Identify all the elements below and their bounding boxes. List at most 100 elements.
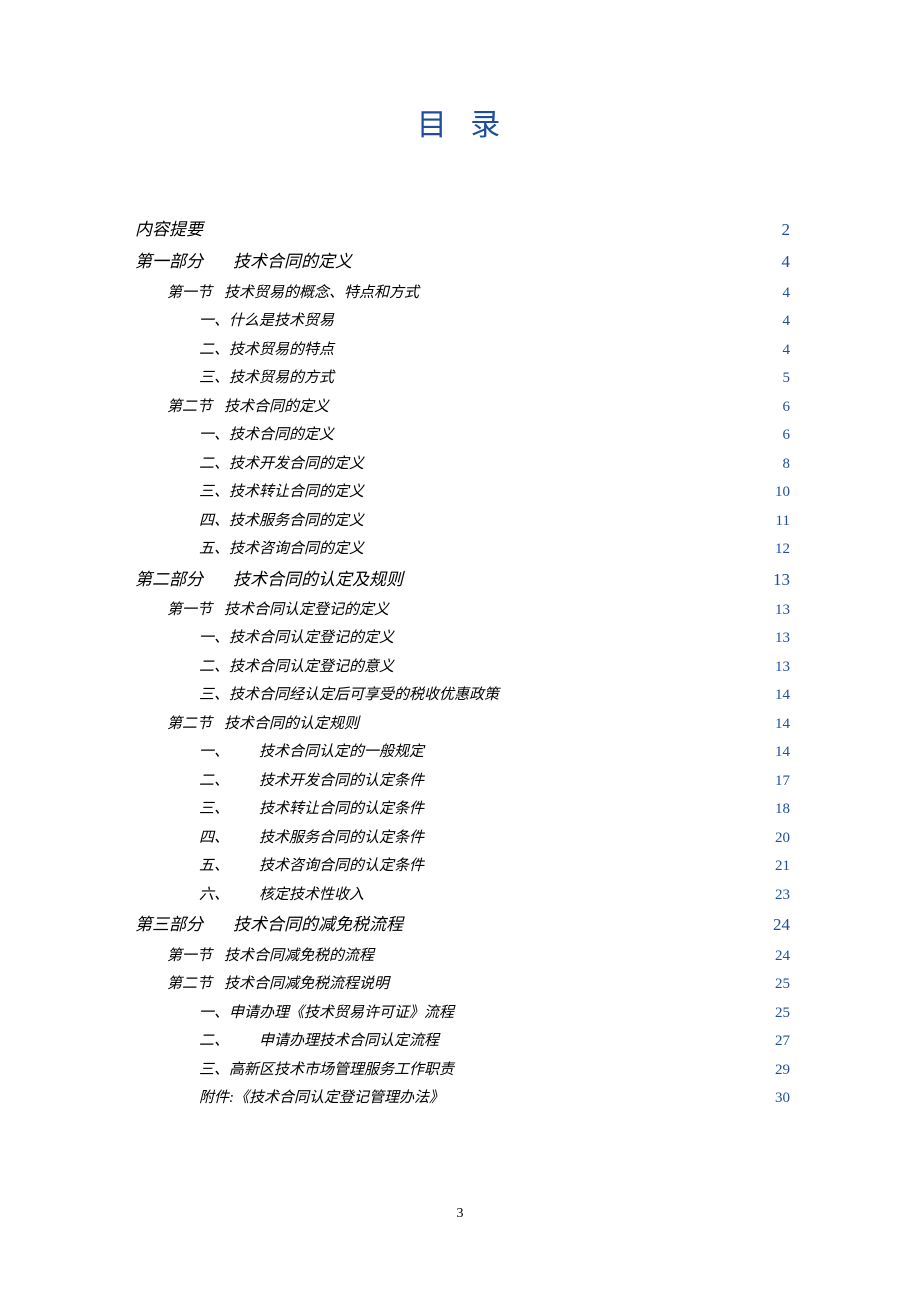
toc-entry[interactable]: 第二节技术合同的定义6 <box>135 393 790 422</box>
toc-entry-page: 14 <box>770 710 790 739</box>
toc-entry[interactable]: 第二节技术合同的认定规则14 <box>135 710 790 739</box>
toc-entry[interactable]: 一、技术合同的定义6 <box>135 421 790 450</box>
toc-entry[interactable]: 二、技术开发合同的认定条件 17 <box>135 767 790 796</box>
toc-entry-page: 6 <box>770 393 790 422</box>
toc-entry-page: 4 <box>770 279 790 308</box>
toc-entry[interactable]: 一、什么是技术贸易 4 <box>135 307 790 336</box>
toc-entry[interactable]: 六、核定技术性收入23 <box>135 881 790 910</box>
toc-entry-prefix: 第一节 <box>167 942 212 971</box>
toc-entry-label: 技术合同减免税的流程 <box>224 942 374 971</box>
toc-entry-prefix: 二、 <box>199 1027 235 1056</box>
toc-entry[interactable]: 三、高新区技术市场管理服务工作职责 29 <box>135 1056 790 1085</box>
toc-entry-prefix: 四、 <box>199 824 235 853</box>
toc-entry-page: 29 <box>770 1056 790 1085</box>
toc-entry-label: 技术合同减免税流程说明 <box>224 970 389 999</box>
toc-entry-page: 30 <box>770 1084 790 1113</box>
toc-entry-prefix: 第一节 <box>167 596 212 625</box>
toc-entry-label: 技术转让合同的认定条件 <box>259 795 424 824</box>
toc-entry[interactable]: 第二节技术合同减免税流程说明 25 <box>135 970 790 999</box>
toc-entry[interactable]: 四、技术服务合同的认定条件20 <box>135 824 790 853</box>
table-of-contents: 内容提要2第一部分技术合同的定义4第一节技术贸易的概念、特点和方式4一、什么是技… <box>135 214 790 1113</box>
toc-entry[interactable]: 第二部分技术合同的认定及规则 13 <box>135 564 790 596</box>
toc-entry-page: 4 <box>770 307 790 336</box>
toc-entry-page: 21 <box>770 852 790 881</box>
toc-entry-label: 核定技术性收入 <box>259 881 364 910</box>
toc-entry-label: 二、技术开发合同的定义 <box>199 450 364 479</box>
toc-entry-prefix: 第三部分 <box>135 909 203 941</box>
toc-entry-label: 技术合同的认定及规则 <box>233 564 403 596</box>
toc-entry[interactable]: 一、技术合同认定登记的定义13 <box>135 624 790 653</box>
toc-entry-prefix: 第一部分 <box>135 246 203 278</box>
toc-entry-label: 技术合同认定登记的定义 <box>224 596 389 625</box>
toc-entry[interactable]: 三、技术合同经认定后可享受的税收优惠政策14 <box>135 681 790 710</box>
toc-entry-page: 27 <box>770 1027 790 1056</box>
toc-entry-label: 内容提要 <box>135 214 203 246</box>
toc-entry-prefix: 第二部分 <box>135 564 203 596</box>
toc-entry[interactable]: 三、技术转让合同的认定条件18 <box>135 795 790 824</box>
toc-entry[interactable]: 二、技术开发合同的定义 8 <box>135 450 790 479</box>
toc-entry[interactable]: 二、技术贸易的特点4 <box>135 336 790 365</box>
toc-entry-page: 25 <box>770 970 790 999</box>
toc-entry-page: 14 <box>770 738 790 767</box>
toc-entry[interactable]: 第一节技术合同认定登记的定义 13 <box>135 596 790 625</box>
toc-entry-page: 25 <box>770 999 790 1028</box>
toc-entry[interactable]: 第一节技术合同减免税的流程 24 <box>135 942 790 971</box>
toc-entry-prefix: 二、 <box>199 767 235 796</box>
toc-entry-label: 技术合同的定义 <box>224 393 329 422</box>
toc-entry-label: 一、什么是技术贸易 <box>199 307 334 336</box>
toc-entry-page: 18 <box>770 795 790 824</box>
toc-entry-page: 24 <box>764 909 790 941</box>
toc-entry[interactable]: 五、技术咨询合同的认定条件 21 <box>135 852 790 881</box>
toc-entry-page: 10 <box>770 478 790 507</box>
toc-entry[interactable]: 第一部分技术合同的定义 4 <box>135 246 790 278</box>
toc-entry[interactable]: 五、技术咨询合同的定义 12 <box>135 535 790 564</box>
toc-entry-label: 五、技术咨询合同的定义 <box>199 535 364 564</box>
toc-entry-label: 技术贸易的概念、特点和方式 <box>224 279 419 308</box>
page-title: 目 录 <box>135 100 790 144</box>
toc-entry-page: 13 <box>770 596 790 625</box>
toc-entry-label: 四、技术服务合同的定义 <box>199 507 364 536</box>
toc-entry-page: 11 <box>770 507 790 536</box>
toc-entry-label: 二、技术贸易的特点 <box>199 336 334 365</box>
toc-entry[interactable]: 一、技术合同认定的一般规定 14 <box>135 738 790 767</box>
toc-entry[interactable]: 内容提要 2 <box>135 214 790 246</box>
toc-entry-label: 二、技术合同认定登记的意义 <box>199 653 394 682</box>
toc-entry-label: 技术服务合同的认定条件 <box>259 824 424 853</box>
toc-entry[interactable]: 四、技术服务合同的定义 11 <box>135 507 790 536</box>
toc-entry-label: 技术咨询合同的认定条件 <box>259 852 424 881</box>
toc-entry-label: 三、技术贸易的方式 <box>199 364 334 393</box>
toc-entry-label: 技术开发合同的认定条件 <box>259 767 424 796</box>
toc-entry-label: 一、技术合同认定登记的定义 <box>199 624 394 653</box>
toc-entry-page: 12 <box>770 535 790 564</box>
toc-entry-label: 技术合同认定的一般规定 <box>259 738 424 767</box>
toc-entry[interactable]: 二、技术合同认定登记的意义 13 <box>135 653 790 682</box>
page-number: 3 <box>0 1206 920 1222</box>
toc-entry-page: 13 <box>770 653 790 682</box>
toc-entry-page: 24 <box>770 942 790 971</box>
toc-entry-label: 一、申请办理《技术贸易许可证》流程 <box>199 999 454 1028</box>
toc-entry-page: 5 <box>770 364 790 393</box>
toc-entry-page: 17 <box>770 767 790 796</box>
toc-entry[interactable]: 第一节技术贸易的概念、特点和方式 4 <box>135 279 790 308</box>
toc-entry-label: 三、技术合同经认定后可享受的税收优惠政策 <box>199 681 499 710</box>
toc-entry-prefix: 第一节 <box>167 279 212 308</box>
toc-entry-label: 技术合同的减免税流程 <box>233 909 403 941</box>
toc-entry[interactable]: 附件:《技术合同认定登记管理办法》30 <box>135 1084 790 1113</box>
toc-entry-label: 技术合同的定义 <box>233 246 352 278</box>
toc-entry-label: 一、技术合同的定义 <box>199 421 334 450</box>
toc-entry-page: 8 <box>770 450 790 479</box>
toc-entry-page: 23 <box>770 881 790 910</box>
toc-entry-prefix: 一、 <box>199 738 235 767</box>
toc-entry-page: 4 <box>764 246 790 278</box>
toc-entry-page: 13 <box>764 564 790 596</box>
toc-entry[interactable]: 三、技术转让合同的定义10 <box>135 478 790 507</box>
toc-entry-prefix: 五、 <box>199 852 235 881</box>
toc-entry-page: 2 <box>764 214 790 246</box>
toc-entry-label: 申请办理技术合同认定流程 <box>259 1027 439 1056</box>
toc-entry-prefix: 第二节 <box>167 970 212 999</box>
toc-entry-label: 三、高新区技术市场管理服务工作职责 <box>199 1056 454 1085</box>
toc-entry[interactable]: 第三部分技术合同的减免税流程 24 <box>135 909 790 941</box>
toc-entry[interactable]: 一、申请办理《技术贸易许可证》流程 25 <box>135 999 790 1028</box>
toc-entry[interactable]: 三、技术贸易的方式 5 <box>135 364 790 393</box>
toc-entry[interactable]: 二、申请办理技术合同认定流程 27 <box>135 1027 790 1056</box>
